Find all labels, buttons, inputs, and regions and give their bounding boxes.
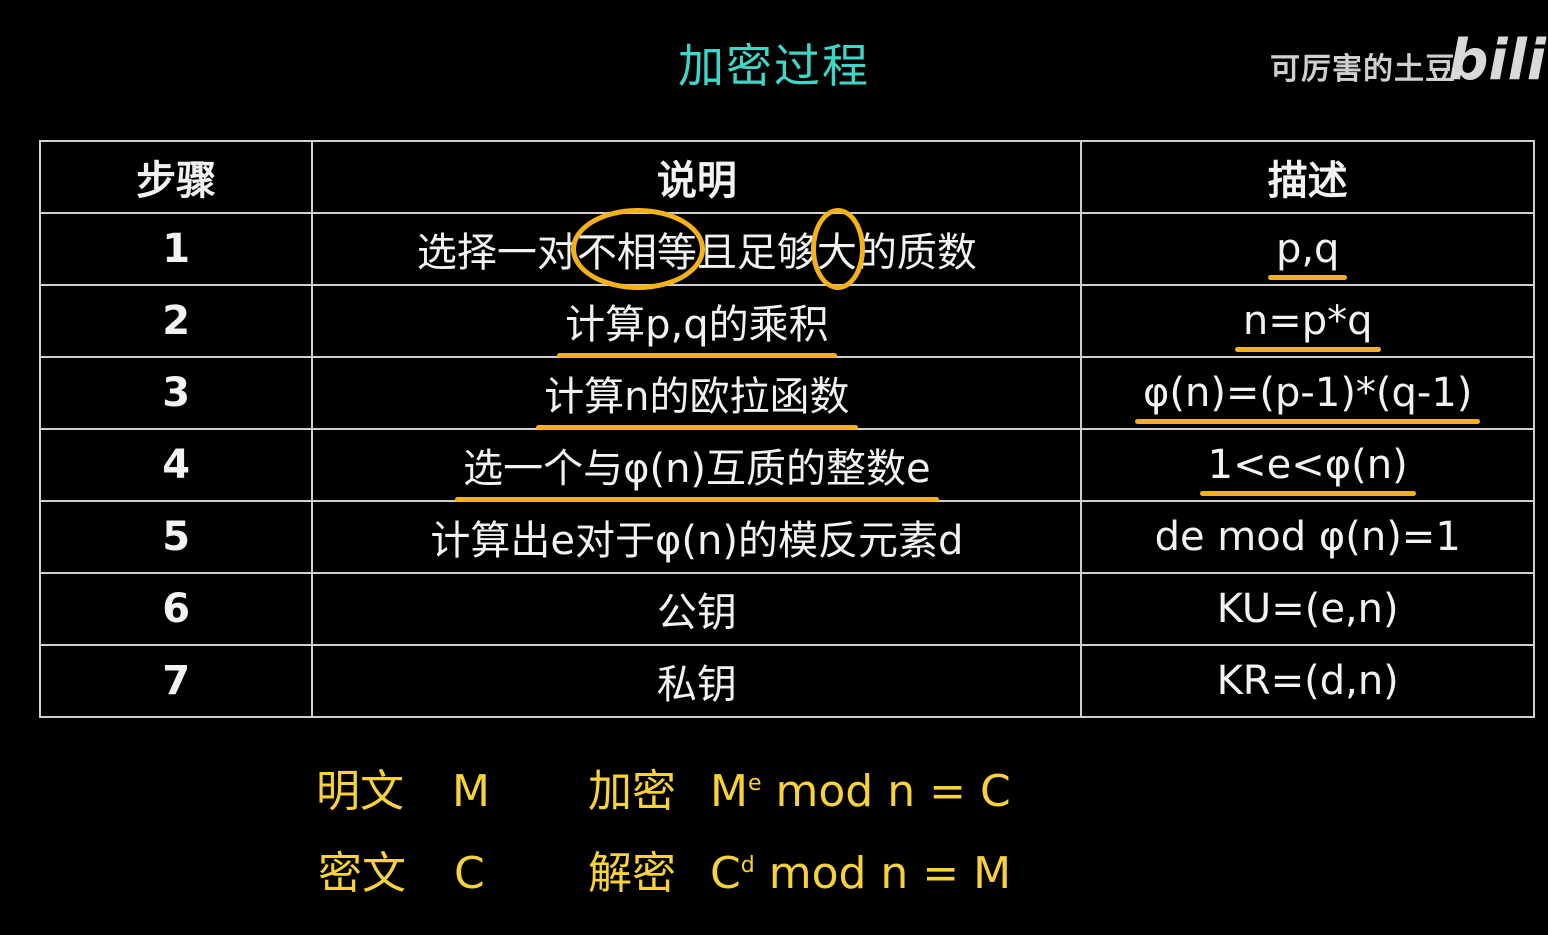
encrypt-exponent: e [747,771,762,796]
step-explanation: 选一个与φ(n)互质的整数e [455,436,939,502]
ciphertext-symbol: C [454,848,485,899]
table-header-row: 步骤 说明 描述 [38,140,1535,214]
decrypt-base: C [710,848,741,899]
step-formula: KU=(e,n) [1080,572,1535,646]
explanation-part: 且足够 [696,230,817,276]
explanation-part: 选择一对 [416,230,577,276]
step-explanation: 计算出e对于φ(n)的模反元素d [311,500,1083,574]
header-explanation: 说明 [311,140,1083,214]
watermark-text: 可厉害的土豆 [1270,52,1456,87]
step-explanation: 选择一对不相等且足够大的质数 [311,208,1083,290]
encrypt-formula: 加密 Me mod n = C [588,755,1011,819]
step-formula-cell: n=p*q [1080,284,1535,358]
step-formula-cell: p,q [1080,212,1535,286]
step-explanation-cell: 选一个与φ(n)互质的整数e [311,428,1083,502]
step-explanation: 公钥 [311,572,1083,646]
plaintext-label: 明文 [316,766,404,817]
step-number: 1 [38,212,314,286]
step-number: 2 [38,284,314,358]
step-formula: de mod φ(n)=1 [1080,500,1535,574]
step-explanation: 私钥 [311,644,1083,718]
ciphertext-note: 密文 C [318,837,485,901]
step-number: 7 [38,644,314,718]
decrypt-label: 解密 [588,848,676,899]
table-row: 3 计算n的欧拉函数 φ(n)=(p-1)*(q-1) [38,356,1535,430]
circled-text: 不相等 [570,208,705,290]
encrypt-rest: mod n = C [775,766,1011,817]
step-formula: φ(n)=(p-1)*(q-1) [1134,370,1481,424]
circled-text: 大 [810,208,865,290]
ciphertext-label: 密文 [318,848,406,899]
plaintext-symbol: M [452,766,490,817]
encryption-steps-table: 步骤 说明 描述 1 选择一对不相等且足够大的质数 p,q 2 计算p,q的乘积… [38,140,1535,718]
step-formula: 1<e<φ(n) [1199,442,1416,496]
step-explanation-cell: 计算p,q的乘积 [311,284,1083,358]
table-row: 4 选一个与φ(n)互质的整数e 1<e<φ(n) [38,428,1535,502]
table-row: 5 计算出e对于φ(n)的模反元素d de mod φ(n)=1 [38,500,1535,574]
step-explanation: 计算p,q的乘积 [557,292,837,358]
table-row: 1 选择一对不相等且足够大的质数 p,q [38,208,1535,290]
table-row: 2 计算p,q的乘积 n=p*q [38,284,1535,358]
table-row: 6 公钥 KU=(e,n) [38,572,1535,646]
step-formula: p,q [1268,226,1347,280]
step-explanation-cell: 计算n的欧拉函数 [311,356,1083,430]
decrypt-exponent: d [740,853,755,878]
plaintext-note: 明文 M [316,755,490,819]
header-step: 步骤 [38,140,314,214]
step-formula: KR=(d,n) [1080,644,1535,718]
step-number: 6 [38,572,314,646]
step-formula-cell: 1<e<φ(n) [1080,428,1535,502]
step-number: 5 [38,500,314,574]
step-formula-cell: φ(n)=(p-1)*(q-1) [1080,356,1535,430]
header-description: 描述 [1080,140,1535,214]
bilibili-logo-icon: bili [1448,28,1546,93]
table-row: 7 私钥 KR=(d,n) [38,644,1535,718]
step-formula: n=p*q [1234,298,1381,352]
encrypt-label: 加密 [588,766,676,817]
decrypt-formula: 解密 Cd mod n = M [588,837,1011,901]
step-number: 3 [38,356,314,430]
explanation-part: 的质数 [856,230,977,276]
decrypt-rest: mod n = M [768,848,1012,899]
encrypt-base: M [710,766,748,817]
step-number: 4 [38,428,314,502]
step-explanation: 计算n的欧拉函数 [536,364,858,430]
